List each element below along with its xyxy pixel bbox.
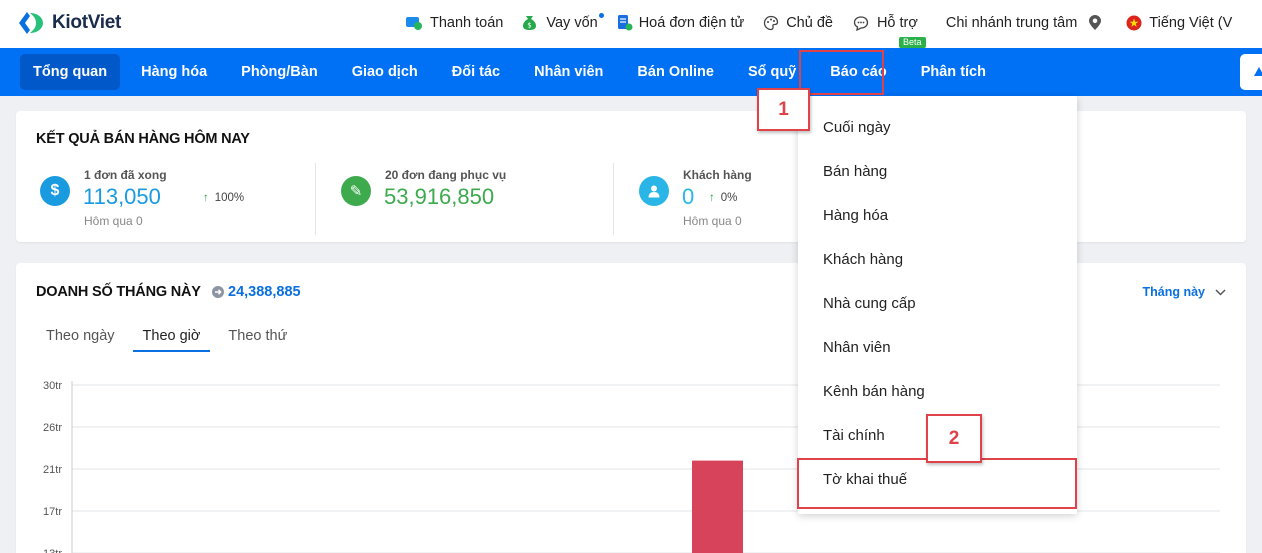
logo[interactable]: KiotViet [16,8,121,38]
sales-button[interactable] [1240,54,1262,90]
e-invoice-label: Hoá đơn điện tử [638,14,745,31]
stat-label: 20 đơn đang phục vụ [385,168,507,182]
language-label: Tiếng Việt (V [1149,14,1233,31]
report-menu-sales-channels[interactable]: Kênh bán hàng [823,383,925,400]
stat-change-value: 0% [720,192,738,204]
top-bar: KiotViet Thanh toán $ Vay vốn Hoá đơn đi… [0,0,1262,48]
step-2-badge: 2 [926,414,982,463]
nav-partners[interactable]: Đối tác [439,54,513,90]
stat-change-value: 100% [214,192,245,204]
report-menu-sales[interactable]: Bán hàng [823,163,887,180]
nav-analytics[interactable]: Phân tích [908,54,999,90]
branch-selector[interactable]: Chi nhánh trung tâm [946,14,1103,31]
theme-label: Chủ đề [786,14,833,31]
top-links: Thanh toán $ Vay vốn Hoá đơn điện tử Chủ… [405,13,1232,31]
divider [315,163,316,235]
chat-icon [853,14,870,31]
pencil-glyph: ✎ [349,183,363,200]
nav-overview[interactable]: Tổng quan [20,54,121,90]
dollar-glyph: $ [50,182,60,199]
report-menu-finance[interactable]: Tài chính [823,427,885,444]
nav-products[interactable]: Hàng hóa [128,54,220,90]
chart-y-tick-label: 17tr [43,506,62,518]
step-1-badge: 1 [757,88,810,131]
invoice-icon [616,14,633,31]
chart-bar[interactable] [692,460,743,553]
nav-rooms-tables[interactable]: Phòng/Bàn [228,54,331,90]
report-menu-suppliers[interactable]: Nhà cung cấp [823,295,916,312]
stat-label: 1 đơn đã xong [84,168,167,182]
stat-value: 0 [682,184,695,209]
chart-y-tick-label: 30tr [43,380,62,392]
stat-change: ↑ 0% [709,192,737,204]
dollar-icon: $ [40,176,70,206]
app-name: KiotViet [52,12,122,33]
language-selector[interactable]: Tiếng Việt (V [1125,14,1232,31]
highlight-tax-declaration [797,458,1077,509]
nav-online-sales[interactable]: Bán Online [624,54,727,90]
report-menu-products[interactable]: Hàng hóa [823,207,888,224]
chart-y-tick-label: 21tr [43,464,62,476]
kiotviet-logo-icon [16,8,46,38]
payment-label: Thanh toán [430,14,504,31]
money-bag-icon: $ [521,14,538,31]
arrow-up-icon: ↑ [709,192,715,204]
report-menu-employees[interactable]: Nhân viên [823,339,891,356]
beta-badge: Beta [899,37,926,48]
stat-value: 53,916,850 [384,184,495,209]
payment-icon [405,14,422,31]
chart-y-ticks: 30tr 26tr 21tr 17tr 13tr [43,380,62,553]
report-menu-customers[interactable]: Khách hàng [823,251,903,268]
stat-yesterday: Hôm qua 0 [84,214,143,228]
today-sales-title: KẾT QUẢ BÁN HÀNG HÔM NAY [36,131,250,147]
stat-label: Khách hàng [683,168,752,182]
e-invoice-link[interactable]: Hoá đơn điện tử [616,14,744,31]
svg-text:$: $ [528,22,532,30]
main-nav: Tổng quan Hàng hóa Phòng/Bàn Giao dịch Đ… [0,48,1262,96]
stat-value: 113,050 [83,184,161,209]
chart-y-tick-label: 13tr [43,548,62,553]
divider [613,163,614,235]
theme-link[interactable]: Chủ đề [762,14,833,31]
chart-y-tick-label: 26tr [43,422,62,434]
arrow-up-icon: ↑ [203,192,209,204]
loan-link[interactable]: $ Vay vốn [521,13,604,31]
support-link[interactable]: Hỗ trợ [853,14,918,31]
branch-label: Chi nhánh trung tâm [945,14,1078,31]
user-icon [639,176,669,206]
stat-change: ↑ 100% [203,192,244,204]
chart-bars [692,460,743,553]
palette-icon [762,14,779,31]
nav-employees[interactable]: Nhân viên [521,54,616,90]
pencil-icon: ✎ [341,176,371,206]
highlight-reports-nav [799,50,884,95]
loan-label: Vay vốn [546,14,598,31]
stat-yesterday: Hôm qua 0 [683,214,742,228]
support-label: Hỗ trợ [876,14,918,31]
sales-icon [1252,65,1262,84]
notification-dot [598,13,604,18]
nav-transactions[interactable]: Giao dịch [339,54,431,90]
payment-link[interactable]: Thanh toán [405,14,503,31]
location-pin-icon [1086,14,1103,31]
vietnam-flag-icon [1125,14,1142,31]
report-menu-end-of-day[interactable]: Cuối ngày [823,119,891,136]
